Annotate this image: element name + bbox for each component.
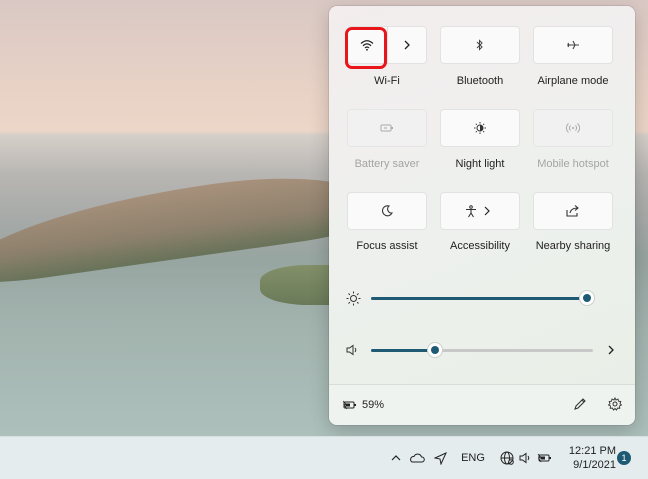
wifi-expand-button[interactable] (388, 27, 427, 63)
onedrive-cloud-icon (409, 453, 425, 463)
chevron-right-icon[interactable] (607, 345, 615, 355)
onedrive-button[interactable] (408, 437, 426, 479)
location-button[interactable] (431, 437, 449, 479)
battery-saver-tile[interactable] (347, 109, 427, 147)
share-icon (566, 205, 580, 217)
brightness-slider-fill (371, 297, 587, 300)
accessibility-toggle[interactable] (441, 193, 481, 229)
taskbar-clock[interactable]: 12:21 PM 9/1/2021 (566, 444, 616, 472)
quick-settings-footer: 59% (329, 384, 635, 425)
network-icon (500, 451, 514, 465)
brightness-slider-thumb[interactable] (580, 291, 594, 305)
accessibility-label: Accessibility (450, 240, 510, 252)
accessibility-icon (465, 204, 477, 218)
bluetooth-tile[interactable] (440, 26, 520, 64)
show-hidden-icons-button[interactable] (388, 437, 404, 479)
clock-time: 12:21 PM (568, 445, 616, 457)
airplane-mode-tile[interactable] (533, 26, 613, 64)
volume-slider[interactable] (371, 343, 593, 357)
nearby-sharing-tile[interactable] (533, 192, 613, 230)
taskbar: ENG 12:21 PM 9/1/2021 1 (0, 436, 648, 479)
airplane-mode-label: Airplane mode (537, 75, 609, 87)
volume-slider-fill (371, 349, 436, 352)
hotspot-icon (566, 122, 580, 134)
system-status-button[interactable] (494, 437, 558, 479)
focus-assist-label: Focus assist (356, 240, 418, 252)
battery-charging-icon (343, 400, 357, 410)
night-light-label: Night light (455, 158, 505, 170)
moon-icon (381, 205, 393, 217)
speaker-icon[interactable] (346, 344, 358, 356)
wifi-highlight-box (345, 27, 387, 69)
notification-badge[interactable]: 1 (617, 451, 631, 465)
focus-assist-tile[interactable] (347, 192, 427, 230)
chevron-up-icon (391, 455, 401, 461)
night-light-tile[interactable] (440, 109, 520, 147)
accessibility-tile[interactable] (440, 192, 520, 230)
settings-button[interactable] (608, 397, 622, 411)
clock-date: 9/1/2021 (573, 459, 616, 471)
gear-icon (608, 397, 622, 411)
wifi-label: Wi-Fi (374, 75, 400, 87)
chevron-right-icon (483, 206, 491, 216)
edit-quick-settings-button[interactable] (573, 397, 587, 411)
speaker-icon (519, 452, 532, 464)
battery-icon (537, 453, 552, 463)
location-icon (433, 451, 447, 465)
volume-slider-thumb[interactable] (428, 343, 443, 357)
battery-saver-label: Battery saver (354, 158, 420, 170)
mobile-hotspot-label: Mobile hotspot (537, 158, 609, 170)
sun-icon (346, 291, 361, 306)
brightness-slider[interactable] (371, 291, 594, 305)
battery-saver-icon (380, 123, 394, 133)
battery-percent: 59% (362, 399, 385, 411)
bluetooth-label: Bluetooth (456, 75, 504, 87)
night-light-icon (473, 121, 487, 135)
nearby-sharing-label: Nearby sharing (535, 240, 611, 252)
quick-settings-panel: Wi-Fi Bluetooth Airplane mode Battery sa… (329, 6, 635, 425)
chevron-right-icon (403, 40, 411, 50)
accessibility-expand-button[interactable] (481, 193, 519, 229)
battery-status[interactable]: 59% (343, 399, 384, 411)
airplane-icon (566, 39, 580, 51)
bluetooth-icon (476, 39, 484, 51)
pencil-icon (574, 398, 586, 410)
language-indicator[interactable]: ENG (458, 437, 488, 479)
mobile-hotspot-tile[interactable] (533, 109, 613, 147)
